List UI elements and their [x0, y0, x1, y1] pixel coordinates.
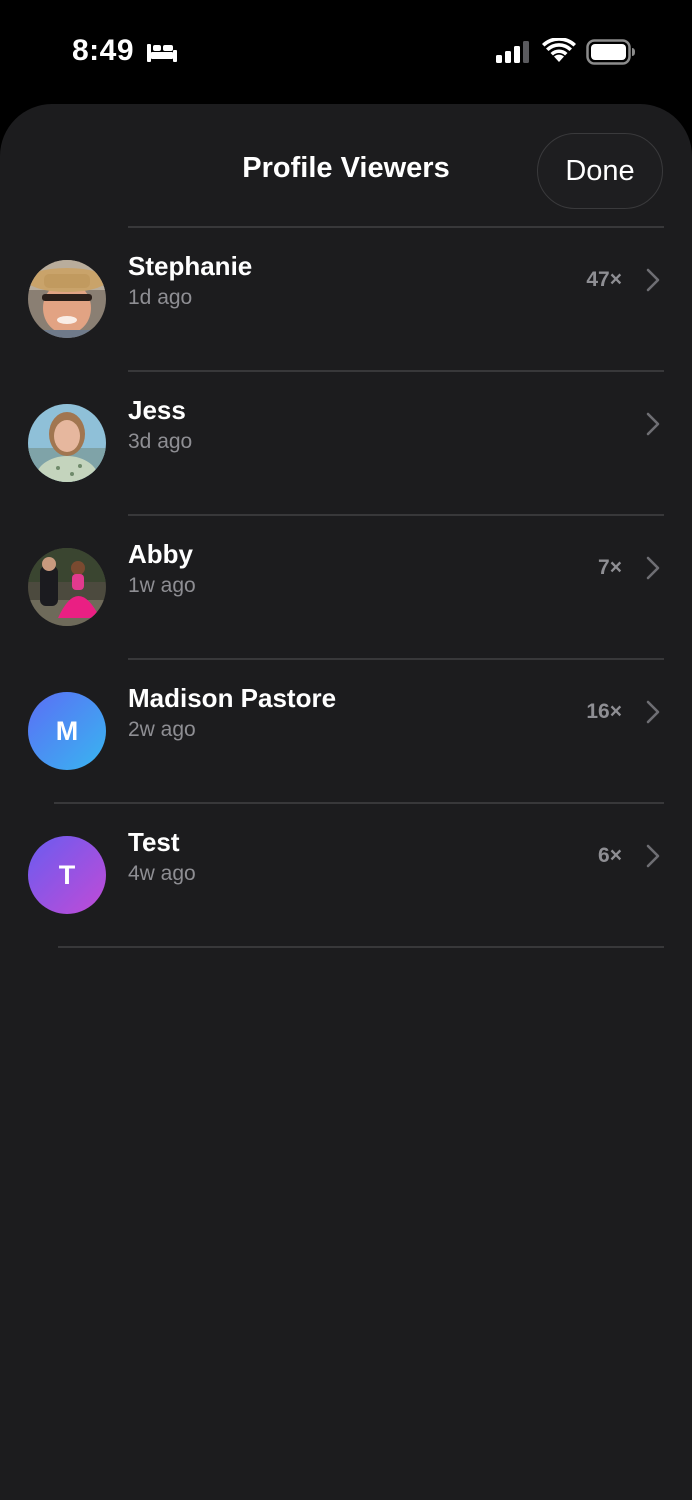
- viewer-row[interactable]: M Madison Pastore 2w ago 16×: [0, 660, 692, 804]
- viewer-row[interactable]: Abby 1w ago 7×: [0, 516, 692, 660]
- chevron-right-icon: [646, 556, 660, 580]
- status-time: 8:49: [72, 34, 135, 67]
- chevron-right-icon: [646, 268, 660, 292]
- viewer-time: 4w ago: [128, 862, 196, 885]
- view-count: 6×: [598, 844, 622, 867]
- view-count: 47×: [586, 268, 622, 291]
- viewer-time: 2w ago: [128, 718, 196, 741]
- battery-icon: [586, 39, 635, 65]
- status-bar: 8:49: [0, 0, 692, 104]
- viewer-time: 1d ago: [128, 286, 193, 309]
- avatar-initial: T: [58, 859, 76, 890]
- viewer-time: 1w ago: [128, 574, 196, 597]
- view-count: 7×: [598, 556, 622, 579]
- viewer-name: Stephanie: [128, 251, 253, 281]
- chevron-right-icon: [646, 844, 660, 868]
- done-button[interactable]: Done: [537, 133, 663, 209]
- viewer-name: Jess: [128, 395, 186, 425]
- viewer-row[interactable]: T Test 4w ago 6×: [0, 804, 692, 948]
- profile-viewers-sheet: Profile Viewers Done Stephanie 1d ago 47…: [0, 104, 692, 1500]
- cellular-signal-icon: [496, 41, 529, 63]
- view-count: 16×: [586, 700, 622, 723]
- chevron-right-icon: [646, 412, 660, 436]
- avatar: [28, 404, 106, 482]
- wifi-icon: [542, 38, 576, 62]
- avatar: T: [28, 836, 106, 914]
- viewer-row[interactable]: Stephanie 1d ago 47×: [0, 228, 692, 372]
- avatar: [28, 260, 106, 338]
- bed-icon: [147, 44, 177, 62]
- divider: [58, 946, 664, 948]
- viewer-name: Abby: [128, 539, 193, 569]
- viewer-name: Madison Pastore: [128, 683, 337, 713]
- avatar: M: [28, 692, 106, 770]
- chevron-right-icon: [646, 700, 660, 724]
- viewer-time: 3d ago: [128, 430, 193, 453]
- viewer-row[interactable]: Jess 3d ago: [0, 372, 692, 516]
- avatar-initial: M: [55, 715, 79, 746]
- avatar: [28, 548, 106, 626]
- viewer-name: Test: [128, 827, 180, 857]
